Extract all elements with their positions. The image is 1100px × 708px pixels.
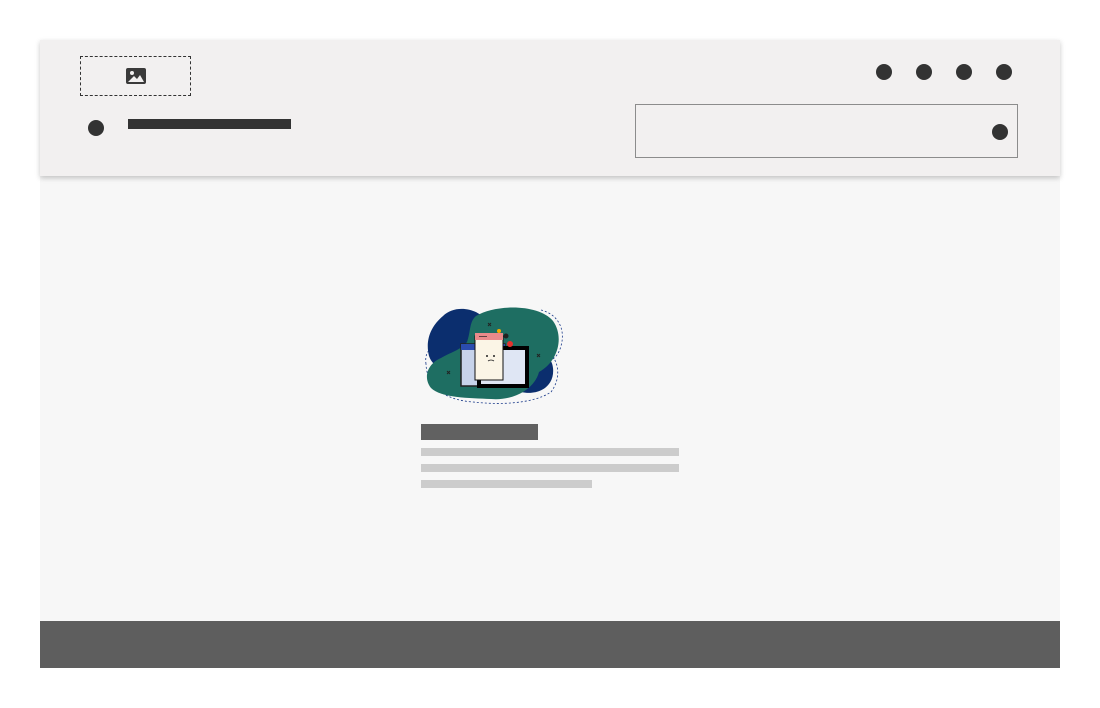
nav-dot-2[interactable] — [916, 64, 932, 80]
empty-state — [421, 306, 679, 496]
search-dot-icon[interactable] — [992, 124, 1008, 140]
footer — [40, 621, 1060, 668]
search-box[interactable] — [635, 104, 1018, 158]
image-icon — [125, 68, 146, 84]
text-placeholder-line — [421, 464, 679, 472]
header — [40, 40, 1060, 176]
page-title-placeholder — [128, 119, 291, 129]
app-frame — [40, 40, 1060, 668]
empty-state-title-placeholder — [421, 424, 538, 440]
menu-dot-icon[interactable] — [88, 120, 104, 136]
search-input[interactable] — [636, 105, 1000, 157]
text-placeholder-line — [421, 480, 592, 488]
empty-state-illustration — [425, 307, 563, 404]
nav-dot-3[interactable] — [956, 64, 972, 80]
logo-placeholder[interactable] — [80, 56, 191, 96]
text-placeholder-line — [421, 448, 679, 456]
nav-dot-4[interactable] — [996, 64, 1012, 80]
nav-dot-1[interactable] — [876, 64, 892, 80]
